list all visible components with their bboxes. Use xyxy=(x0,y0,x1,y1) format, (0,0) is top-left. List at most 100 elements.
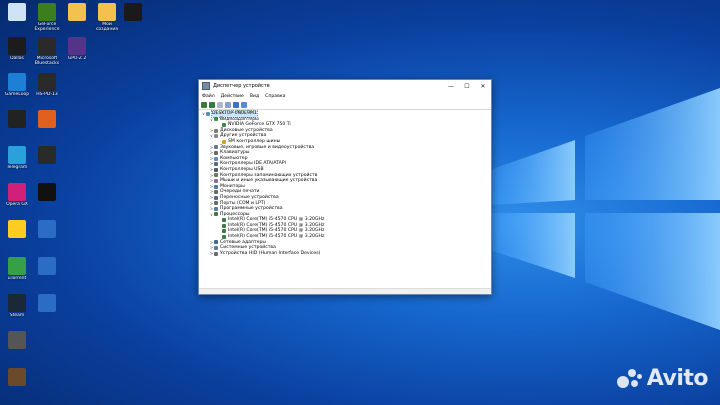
app-icon xyxy=(8,331,26,349)
folder-icon xyxy=(98,3,116,21)
ide-icon xyxy=(214,162,218,167)
minimize-button[interactable]: — xyxy=(443,80,459,92)
desktop-icon-label: Microsoft Bluestacks xyxy=(34,56,60,66)
title-bar[interactable]: Диспетчер устройств — ☐ ✕ xyxy=(199,80,491,92)
software-device-icon xyxy=(214,206,218,211)
menu-action[interactable]: Действие xyxy=(221,94,244,99)
desktop-icon[interactable] xyxy=(32,257,62,276)
nvidia-icon xyxy=(38,3,56,21)
toolbar xyxy=(199,100,491,110)
app-icon xyxy=(68,37,86,55)
desktop-icon[interactable]: GPU-Z 2 xyxy=(62,37,92,61)
desktop-icon-label: Dallas xyxy=(10,56,24,61)
computer-icon xyxy=(214,156,218,161)
menu-file[interactable]: Файл xyxy=(202,94,215,99)
desktop-icon[interactable] xyxy=(62,3,92,22)
mouse-icon xyxy=(214,178,218,183)
utorrent-icon xyxy=(8,257,26,275)
desktop-icon[interactable]: Steam xyxy=(2,294,32,318)
desktop-icon[interactable]: HS-PD-13 xyxy=(32,73,62,97)
desktop-icon[interactable] xyxy=(2,3,32,22)
help-icon[interactable] xyxy=(233,101,239,108)
desktop-icon[interactable] xyxy=(32,183,62,202)
desktop-icon-label: Мои создания xyxy=(95,22,119,32)
computer-icon xyxy=(206,111,210,116)
telegram-icon xyxy=(8,146,26,164)
usb-icon xyxy=(214,167,218,172)
unknown-device-icon xyxy=(214,134,218,139)
cpu-icon xyxy=(214,212,218,217)
portable-icon xyxy=(214,195,218,200)
desktop-icon-label: Steam xyxy=(9,313,25,318)
menu-help[interactable]: Справка xyxy=(265,94,285,99)
storage-icon xyxy=(214,173,218,178)
app-icon xyxy=(38,257,56,275)
desktop-icon[interactable]: Microsoft Bluestacks xyxy=(32,37,62,66)
monitor-icon xyxy=(214,184,218,189)
desktop-icon-label: Opera GX xyxy=(6,202,28,207)
desktop-icon[interactable] xyxy=(32,294,62,313)
tree-item-label: Устройства HID (Human Interface Devices) xyxy=(220,250,321,256)
avito-logo-icon xyxy=(616,368,643,390)
app-icon xyxy=(8,220,26,238)
desktop-icon[interactable]: GameLoop xyxy=(2,73,32,97)
folder-icon xyxy=(68,3,86,21)
cpu-icon xyxy=(222,234,226,239)
menu-view[interactable]: Вид xyxy=(250,94,259,99)
tree-item[interactable]: > Устройства HID (Human Interface Devices… xyxy=(199,251,491,257)
desktop-icon[interactable]: Dallas xyxy=(2,37,32,61)
app-icon xyxy=(38,183,56,201)
app-icon xyxy=(38,110,56,128)
forward-icon[interactable] xyxy=(209,101,215,108)
desktop-icon[interactable]: Opera GX xyxy=(2,183,32,207)
desktop-icon[interactable]: Telegram xyxy=(2,146,32,170)
desktop-icon-label: HS-PD-13 xyxy=(36,92,58,97)
desktop-icon[interactable] xyxy=(118,3,148,22)
app-icon xyxy=(124,3,142,21)
opera-icon xyxy=(8,183,26,201)
desktop-icon[interactable] xyxy=(32,146,62,165)
app-icon xyxy=(8,368,26,386)
scan-hardware-icon[interactable] xyxy=(241,101,247,108)
window-title: Диспетчер устройств xyxy=(213,83,270,89)
desktop-icon-label: GeForce Experience xyxy=(34,22,60,32)
display-adapter-icon xyxy=(214,117,218,122)
show-hide-tree-icon[interactable] xyxy=(217,101,223,108)
desktop-icon[interactable] xyxy=(2,220,32,239)
avito-text: Avito xyxy=(646,366,709,391)
desktop-icon-label: GameLoop xyxy=(4,92,30,97)
desktop-icon-label: Telegram xyxy=(6,165,28,170)
speaker-icon xyxy=(214,145,218,150)
close-button[interactable]: ✕ xyxy=(475,80,491,92)
cpu-icon xyxy=(222,223,226,228)
avito-watermark: Avito xyxy=(616,366,709,391)
desktop-icon[interactable] xyxy=(2,331,32,350)
cpu-icon xyxy=(222,218,226,223)
status-bar xyxy=(199,288,491,294)
desktop-icon[interactable]: GeForce Experience xyxy=(32,3,62,32)
warning-device-icon xyxy=(222,139,226,144)
desktop-icon[interactable]: uTorrent xyxy=(2,257,32,281)
maximize-button[interactable]: ☐ xyxy=(459,80,475,92)
menu-bar: Файл Действие Вид Справка xyxy=(199,92,491,100)
printer-icon xyxy=(214,190,218,195)
properties-icon[interactable] xyxy=(225,101,231,108)
desktop-icon-label: GPU-Z 2 xyxy=(67,56,87,61)
device-manager-window[interactable]: Диспетчер устройств — ☐ ✕ Файл Действие … xyxy=(198,79,492,295)
device-tree[interactable]: ∨ DESKTOP-0N0E9M1 ∨ Видеоадаптеры NVIDIA GeF… xyxy=(199,110,491,289)
desktop-icon[interactable] xyxy=(32,220,62,239)
keyboard-icon xyxy=(214,150,218,155)
app-icon xyxy=(38,146,56,164)
app-icon xyxy=(8,110,26,128)
desktop-icon[interactable] xyxy=(2,110,32,129)
device-manager-app-icon xyxy=(202,82,210,90)
app-icon xyxy=(38,220,56,238)
desktop-icon[interactable] xyxy=(32,110,62,129)
app-icon xyxy=(38,294,56,312)
desktop-icon-label: uTorrent xyxy=(7,276,27,281)
disk-icon xyxy=(214,128,218,133)
back-icon[interactable] xyxy=(201,101,207,108)
display-adapter-icon xyxy=(222,122,226,127)
steam-icon xyxy=(8,294,26,312)
desktop-icon[interactable] xyxy=(2,368,32,387)
